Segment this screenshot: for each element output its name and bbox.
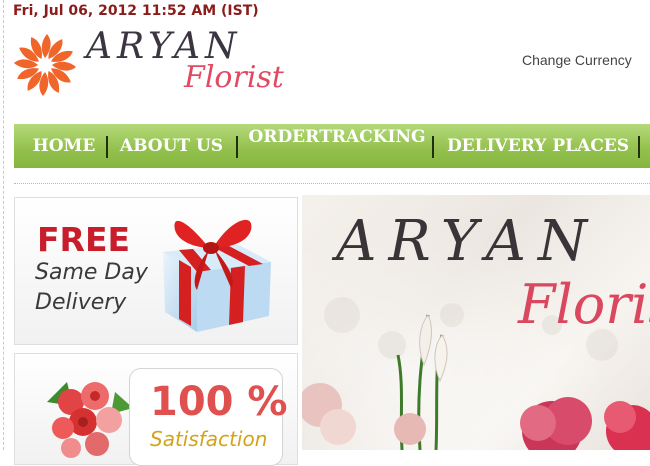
nav-separator (638, 136, 640, 158)
main-navigation: HOME ABOUT US ORDER TRACKING DELIVERY PL… (14, 124, 650, 168)
satisfaction-badge: 100 % Satisfaction (129, 368, 288, 466)
satisfaction-promo[interactable]: 100 % Satisfaction (14, 353, 298, 466)
satisfaction-word: Satisfaction (150, 427, 268, 451)
promo-free-line1: Same Day (35, 260, 148, 285)
page-left-border (3, 0, 4, 450)
nav-separator (106, 136, 108, 158)
bouquet-icon (47, 382, 133, 458)
nav-separator (432, 136, 434, 158)
nav-about-us[interactable]: ABOUT US (114, 124, 229, 168)
free-delivery-promo[interactable]: FREE Same Day Delivery (14, 197, 298, 345)
nav-delivery-places[interactable]: DELIVERY PLACES (438, 124, 638, 168)
site-logo[interactable]: ARYAN Florist (12, 24, 312, 104)
promo-free-line2: Delivery (35, 290, 127, 315)
nav-order-line2: TRACKING (319, 127, 426, 147)
banner-subtitle: Florist (518, 273, 650, 336)
banner-wordmark: ARYAN (336, 209, 599, 274)
nav-order-line1: ORDER (248, 127, 320, 147)
satisfaction-percent: 100 % (150, 379, 288, 425)
current-datetime: Fri, Jul 06, 2012 11:52 AM (IST) (13, 3, 259, 19)
nav-separator (236, 136, 238, 158)
logo-subtitle: Florist (184, 60, 284, 95)
gift-box-icon (163, 219, 271, 332)
nav-home[interactable]: HOME (24, 124, 104, 168)
nav-order-tracking[interactable]: ORDER TRACKING (244, 124, 430, 168)
hero-banner[interactable]: ARYAN Florist (302, 195, 650, 450)
change-currency-link[interactable]: Change Currency (522, 52, 632, 68)
section-divider (14, 183, 650, 184)
promo-free-title: FREE (37, 220, 131, 259)
flower-logo-icon (14, 34, 76, 96)
